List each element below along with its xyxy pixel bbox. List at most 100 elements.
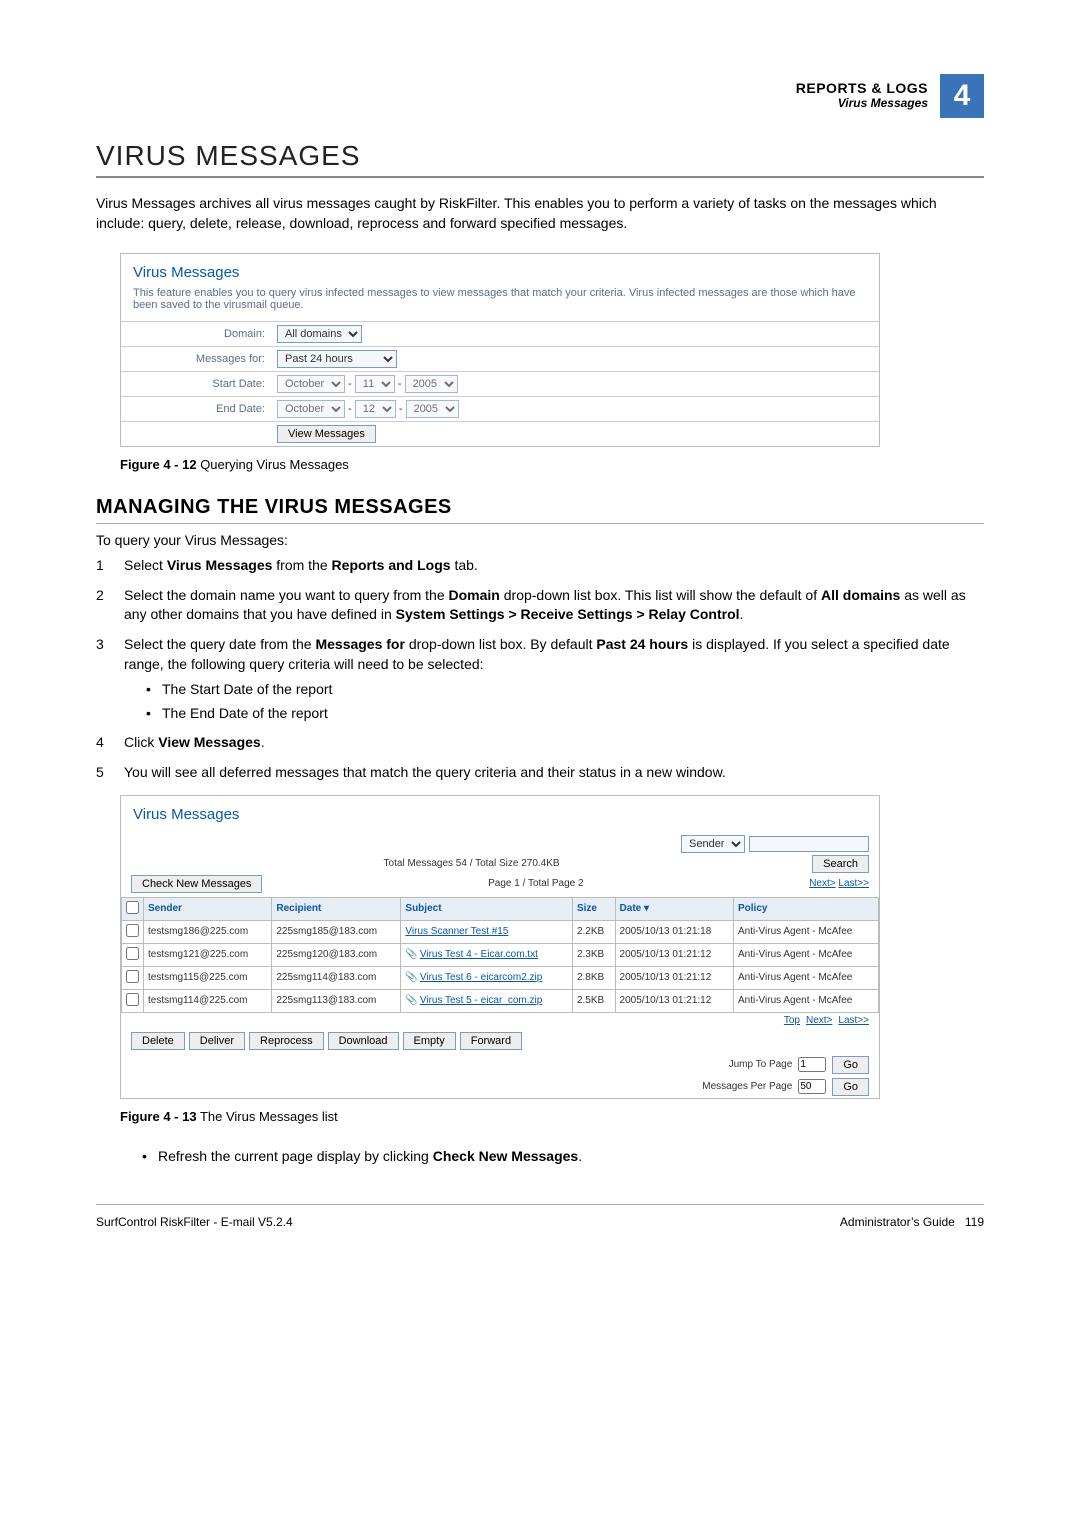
delete-button[interactable]: Delete	[131, 1032, 185, 1050]
jump-label: Jump To Page	[729, 1059, 793, 1070]
cell-date: 2005/10/13 01:21:18	[615, 920, 733, 943]
refresh-note: Refresh the current page display by clic…	[142, 1148, 984, 1164]
cell-date: 2005/10/13 01:21:12	[615, 966, 733, 989]
subject-link[interactable]: Virus Test 5 - eicar_com.zip	[420, 995, 542, 1006]
cell-subject: Virus Test 5 - eicar_com.zip	[401, 989, 573, 1012]
step-3-bullet-2: The End Date of the report	[146, 704, 984, 724]
enddate-month-select[interactable]: October	[277, 400, 345, 418]
enddate-year-select[interactable]: 2005	[406, 400, 459, 418]
cell-sender: testsmg114@225.com	[144, 989, 272, 1012]
startdate-month-select[interactable]: October	[277, 375, 345, 393]
enddate-label: End Date:	[121, 397, 271, 422]
perpage-go-button[interactable]: Go	[832, 1078, 869, 1096]
row-checkbox[interactable]	[126, 993, 139, 1006]
step-5: You will see all deferred messages that …	[96, 763, 984, 783]
footer-product: SurfControl RiskFilter - E-mail V5.2.4	[96, 1215, 293, 1229]
startdate-label: Start Date:	[121, 372, 271, 397]
table-row: testsmg114@225.com225smg113@183.com Virus…	[122, 989, 879, 1012]
jump-page-input[interactable]	[798, 1057, 826, 1072]
select-all-checkbox[interactable]	[126, 901, 139, 914]
sort-icon: ▾	[644, 903, 649, 914]
cell-policy: Anti-Virus Agent - McAfee	[734, 989, 879, 1012]
col-sender[interactable]: Sender	[144, 897, 272, 920]
table-row: testsmg115@225.com225smg114@183.com Virus…	[122, 966, 879, 989]
footer-pagenum: 119	[965, 1215, 984, 1229]
view-messages-button[interactable]: View Messages	[277, 425, 376, 443]
row-checkbox[interactable]	[126, 947, 139, 960]
query-panel: Virus Messages This feature enables you …	[120, 253, 880, 447]
step-3-bullet-1: The Start Date of the report	[146, 680, 984, 700]
cell-recipient: 225smg113@183.com	[272, 989, 401, 1012]
attachment-icon	[405, 995, 419, 1006]
row-checkbox[interactable]	[126, 924, 139, 937]
empty-button[interactable]: Empty	[403, 1032, 456, 1050]
forward-button[interactable]: Forward	[460, 1032, 522, 1050]
step-4: Click View Messages.	[96, 733, 984, 753]
attachment-icon	[405, 949, 419, 960]
cell-policy: Anti-Virus Agent - McAfee	[734, 966, 879, 989]
page-info: Page 1 / Total Page 2	[488, 878, 583, 889]
figure-caption-1: Figure 4 - 12 Querying Virus Messages	[120, 457, 984, 472]
steps-list: Select Virus Messages from the Reports a…	[96, 556, 984, 782]
cell-sender: testsmg121@225.com	[144, 943, 272, 966]
page-footer: SurfControl RiskFilter - E-mail V5.2.4 A…	[96, 1205, 984, 1229]
cell-recipient: 225smg114@183.com	[272, 966, 401, 989]
startdate-day-select[interactable]: 11	[355, 375, 395, 393]
header-subsection: Virus Messages	[796, 96, 928, 110]
list-panel-title: Virus Messages	[121, 796, 879, 829]
subject-link[interactable]: Virus Scanner Test #15	[405, 926, 508, 937]
search-input[interactable]	[749, 836, 869, 852]
header-section: REPORTS & LOGS	[796, 80, 928, 96]
table-row: testsmg121@225.com225smg120@183.comVirus…	[122, 943, 879, 966]
table-row: testsmg186@225.com225smg185@183.comVirus…	[122, 920, 879, 943]
cell-size: 2.8KB	[572, 966, 615, 989]
messagesfor-label: Messages for:	[121, 347, 271, 372]
deliver-button[interactable]: Deliver	[189, 1032, 245, 1050]
cell-policy: Anti-Virus Agent - McAfee	[734, 943, 879, 966]
perpage-input[interactable]	[798, 1079, 826, 1094]
col-date[interactable]: Date ▾	[615, 897, 733, 920]
list-panel: Virus Messages Sender Total Messages 54 …	[120, 795, 880, 1099]
search-field-select[interactable]: Sender	[681, 835, 745, 853]
subject-link[interactable]: Virus Test 4 - Eicar.com.txt	[420, 949, 538, 960]
figure-caption-2: Figure 4 - 13 The Virus Messages list	[120, 1109, 984, 1124]
pager-next-link[interactable]: Next>	[809, 878, 835, 889]
cell-sender: testsmg186@225.com	[144, 920, 272, 943]
domain-select[interactable]: All domains	[277, 325, 362, 343]
search-button[interactable]: Search	[812, 855, 869, 873]
totals-text: Total Messages 54 / Total Size 270.4KB	[384, 858, 560, 869]
col-size[interactable]: Size	[572, 897, 615, 920]
check-new-messages-button[interactable]: Check New Messages	[131, 875, 262, 893]
col-policy[interactable]: Policy	[734, 897, 879, 920]
subject-link[interactable]: Virus Test 6 - eicarcom2.zip	[420, 972, 542, 983]
download-button[interactable]: Download	[328, 1032, 399, 1050]
startdate-year-select[interactable]: 2005	[405, 375, 458, 393]
reprocess-button[interactable]: Reprocess	[249, 1032, 324, 1050]
cell-subject: Virus Test 4 - Eicar.com.txt	[401, 943, 573, 966]
query-panel-desc: This feature enables you to query virus …	[121, 287, 879, 321]
section-subtitle: MANAGING THE VIRUS MESSAGES	[96, 496, 984, 524]
pager-last-link-2[interactable]: Last>>	[838, 1015, 869, 1026]
pager-next-link-2[interactable]: Next>	[806, 1015, 832, 1026]
cell-subject: Virus Test 6 - eicarcom2.zip	[401, 966, 573, 989]
chapter-number-badge: 4	[940, 74, 984, 118]
query-panel-title: Virus Messages	[121, 254, 879, 287]
cell-policy: Anti-Virus Agent - McAfee	[734, 920, 879, 943]
domain-label: Domain:	[121, 322, 271, 347]
messagesfor-select[interactable]: Past 24 hours	[277, 350, 397, 368]
col-subject[interactable]: Subject	[401, 897, 573, 920]
lead-paragraph: Virus Messages archives all virus messag…	[96, 194, 984, 233]
cell-size: 2.2KB	[572, 920, 615, 943]
perpage-label: Messages Per Page	[702, 1081, 792, 1092]
attachment-icon	[405, 972, 419, 983]
cell-sender: testsmg115@225.com	[144, 966, 272, 989]
cell-date: 2005/10/13 01:21:12	[615, 989, 733, 1012]
pager-last-link[interactable]: Last>>	[838, 878, 869, 889]
cell-size: 2.3KB	[572, 943, 615, 966]
enddate-day-select[interactable]: 12	[355, 400, 396, 418]
pager-top-link[interactable]: Top	[784, 1015, 800, 1026]
step-1: Select Virus Messages from the Reports a…	[96, 556, 984, 576]
col-recipient[interactable]: Recipient	[272, 897, 401, 920]
jump-go-button[interactable]: Go	[832, 1056, 869, 1074]
row-checkbox[interactable]	[126, 970, 139, 983]
